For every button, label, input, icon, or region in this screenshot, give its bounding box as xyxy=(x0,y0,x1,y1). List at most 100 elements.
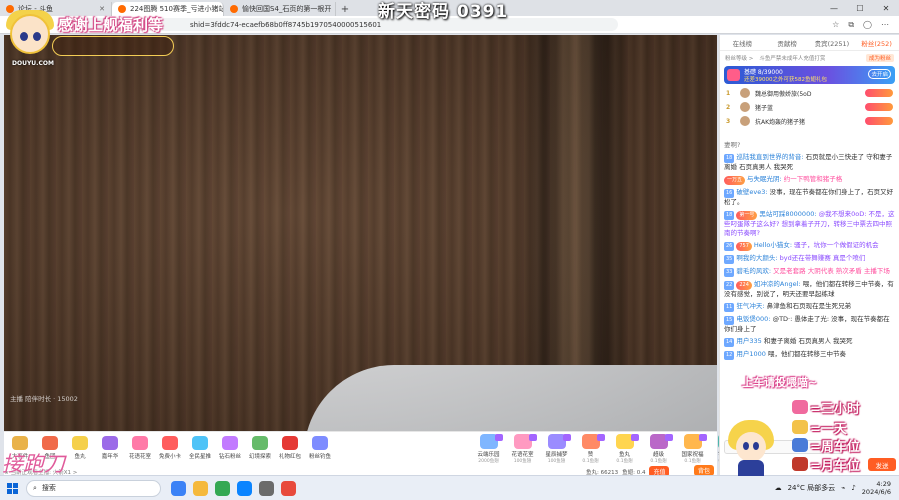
user-level-badge: 15 xyxy=(724,316,735,325)
gift-label: 花语花室 xyxy=(128,454,151,460)
edge-icon[interactable] xyxy=(237,480,252,496)
user-level-badge: 26 xyxy=(724,242,735,251)
tab-fans[interactable]: 粉丝(252) xyxy=(854,35,899,50)
chat-user-name[interactable]: 与失眠光阴: xyxy=(747,175,782,183)
gift-plane-icon xyxy=(792,438,808,452)
chat-user-name[interactable]: 碧毛的风欢: xyxy=(736,267,771,275)
user-level-badge: 35 xyxy=(724,255,735,264)
gift-item[interactable]: 鱼丸 xyxy=(66,436,94,466)
chat-text: 约一下鸭管和猪子格 xyxy=(783,175,843,183)
gift-item[interactable]: 云端乐园 2000鱼翅 xyxy=(472,434,505,466)
chat-message: 35 啊我的大颜头: byd还在带舞赚赛 真是个喷们 xyxy=(724,254,896,264)
promo-banner[interactable]: 基礎 8/39000 还差39000之外可获582鱼翅礼包 去开启 xyxy=(724,66,895,84)
task-view-icon[interactable] xyxy=(171,480,186,496)
chat-user-name[interactable]: Hello小猫女: xyxy=(754,241,792,249)
overlay-line-4: =月车位 xyxy=(810,459,860,474)
become-fan-button[interactable]: 成为粉丝 xyxy=(865,53,894,62)
gift-item[interactable]: 超级 0.1鱼翅 xyxy=(642,434,675,466)
chat-message: 一万五 与失眠光阴: 约一下鸭管和猪子格 xyxy=(724,175,896,185)
gift-price: 100鱼翅 xyxy=(513,459,532,464)
gift-item[interactable]: 赞 0.1鱼翅 xyxy=(574,434,607,466)
minimize-icon[interactable]: — xyxy=(821,0,847,16)
gift-item[interactable]: 星辰捕梦 100鱼翅 xyxy=(540,434,573,466)
gift-item[interactable]: 花语花室 xyxy=(126,436,154,466)
tab-vip[interactable]: 贵宾(2251) xyxy=(810,35,855,50)
network-icon[interactable]: ⌁ xyxy=(841,484,845,492)
fan-level-link[interactable]: 粉丝等级 > xyxy=(725,54,753,62)
maximize-icon[interactable]: ☐ xyxy=(847,0,873,16)
banner-open-button[interactable]: 去开启 xyxy=(868,69,891,79)
gift-item[interactable]: 全民星推 xyxy=(186,436,214,466)
gift-icon xyxy=(312,436,328,450)
gift-item[interactable]: 国家祝福 0.1鱼翅 xyxy=(676,434,709,466)
profile-icon[interactable]: ◯ xyxy=(863,20,872,30)
banner-line-2: 还差39000之外可获582鱼翅礼包 xyxy=(744,77,827,83)
gift-item[interactable]: 免费小卡 xyxy=(156,436,184,466)
fan-rank-list: 1 魏总御用傲娇旅(5oD 2 猪子蓝 3 抗AK炮轰的猪子猪 xyxy=(720,86,899,128)
gift-label: 星辰捕梦 xyxy=(545,452,568,458)
chat-message: 15 电饭煲000: @TD·: 愚体走了光: 没事，现在节奏都在你们身上了 xyxy=(724,315,896,334)
new-tab-button[interactable]: + xyxy=(336,2,354,16)
gift-icon xyxy=(282,436,298,450)
douyu-favicon-icon xyxy=(118,5,126,13)
chat-user-name[interactable]: 破壁eve3: xyxy=(736,188,767,196)
gift-item[interactable]: 粉丝钓鱼 xyxy=(306,436,334,466)
browser-tab[interactable]: 愉快回国S4_石页的第一根开 ✕ xyxy=(224,2,336,16)
fan-badge-icon xyxy=(865,103,893,111)
gift-item[interactable]: 钻石粉丝 xyxy=(216,436,244,466)
douyu-favicon-icon xyxy=(230,5,238,13)
taskbar-apps xyxy=(171,480,296,496)
close-window-icon[interactable]: ✕ xyxy=(873,0,899,16)
user-level-badge: 22 xyxy=(724,281,735,290)
menu-dots-icon[interactable]: ⋯ xyxy=(881,20,889,30)
gift-label: 鱼丸 xyxy=(618,452,630,458)
chat-user-name[interactable]: 狂气冲天: xyxy=(736,302,764,310)
file-explorer-icon[interactable] xyxy=(193,480,208,496)
gift-item[interactable]: 鱼丸 0.1鱼翅 xyxy=(608,434,641,466)
chat-user-name[interactable]: 用户1000 xyxy=(736,350,766,358)
douyu-badge-icon xyxy=(631,434,639,441)
volume-icon[interactable]: ♪ xyxy=(851,484,855,492)
chat-user-name[interactable]: 黑站可踩8000000: xyxy=(759,210,816,218)
gift-label: 礼物红包 xyxy=(278,454,301,460)
avatar xyxy=(740,116,750,126)
gift-label: 赞 xyxy=(587,452,594,458)
user-level-badge: 12 xyxy=(724,351,735,360)
video-player[interactable]: 主播 陪伴时长 · 15002 xyxy=(4,35,717,431)
chat-user-name[interactable]: 如冲凉的Angel: xyxy=(754,280,801,288)
chat-message: 18 巡陆我直到世界的背音: 石页就是小三快走了 守和妻子离婚 石页真男人 我哭死 xyxy=(724,153,896,172)
weather-text[interactable]: 24°C 局部多云 xyxy=(788,483,836,493)
gift-item[interactable]: 嘉年华 xyxy=(96,436,124,466)
bookmark-star-icon[interactable]: ☆ xyxy=(832,20,839,30)
overlay-right-head: 上车请投喂喵~ xyxy=(742,376,818,389)
taskbar-search-box[interactable]: ⌕ 搜索 xyxy=(26,479,161,497)
gift-label: 超级 xyxy=(652,452,664,458)
chat-user-name[interactable]: 啊我的大颜头: xyxy=(736,254,777,262)
store-icon[interactable] xyxy=(259,480,274,496)
gift-item[interactable]: 礼物红包 xyxy=(276,436,304,466)
app-icon[interactable] xyxy=(281,480,296,496)
chat-user-name[interactable]: 用户335 xyxy=(736,337,761,345)
tab-close-icon[interactable]: ✕ xyxy=(99,5,105,13)
clock[interactable]: 4:29 2024/6/6 xyxy=(862,480,891,496)
chrome-icon[interactable] xyxy=(215,480,230,496)
user-level-badge: 14 xyxy=(724,338,735,347)
gift-item[interactable]: 幻境探索 xyxy=(246,436,274,466)
send-button[interactable]: 发送 xyxy=(868,458,896,471)
chat-user-name[interactable]: 电饭煲000: xyxy=(736,315,770,323)
fan-rank-row[interactable]: 3 抗AK炮轰的猪子猪 xyxy=(720,114,899,128)
fan-rank-row[interactable]: 1 魏总御用傲娇旅(5oD xyxy=(720,86,899,100)
gift-price: 0.1鱼翅 xyxy=(684,459,701,464)
douyu-badge-icon xyxy=(563,434,571,441)
extensions-icon[interactable]: ⧉ xyxy=(848,20,854,30)
tab-online-rank[interactable]: 在线榜 xyxy=(720,35,765,50)
windows-start-icon[interactable] xyxy=(0,476,24,500)
tab-contribution-rank[interactable]: 贡献榜 xyxy=(765,35,810,50)
chat-list: 妻啊? 18 巡陆我直到世界的背音: 石页就是小三快走了 守和妻子离婚 石页真男人 … xyxy=(720,141,899,441)
fan-rank-row[interactable]: 2 猪子蓝 xyxy=(720,100,899,114)
weather-icon[interactable]: ☁ xyxy=(775,484,782,492)
douyu-logo-text: DOUYU.COM xyxy=(12,60,54,67)
gift-item[interactable]: 花语花室 100鱼翅 xyxy=(506,434,539,466)
avatar xyxy=(740,88,750,98)
chat-user-name[interactable]: 巡陆我直到世界的背音: xyxy=(736,153,803,161)
